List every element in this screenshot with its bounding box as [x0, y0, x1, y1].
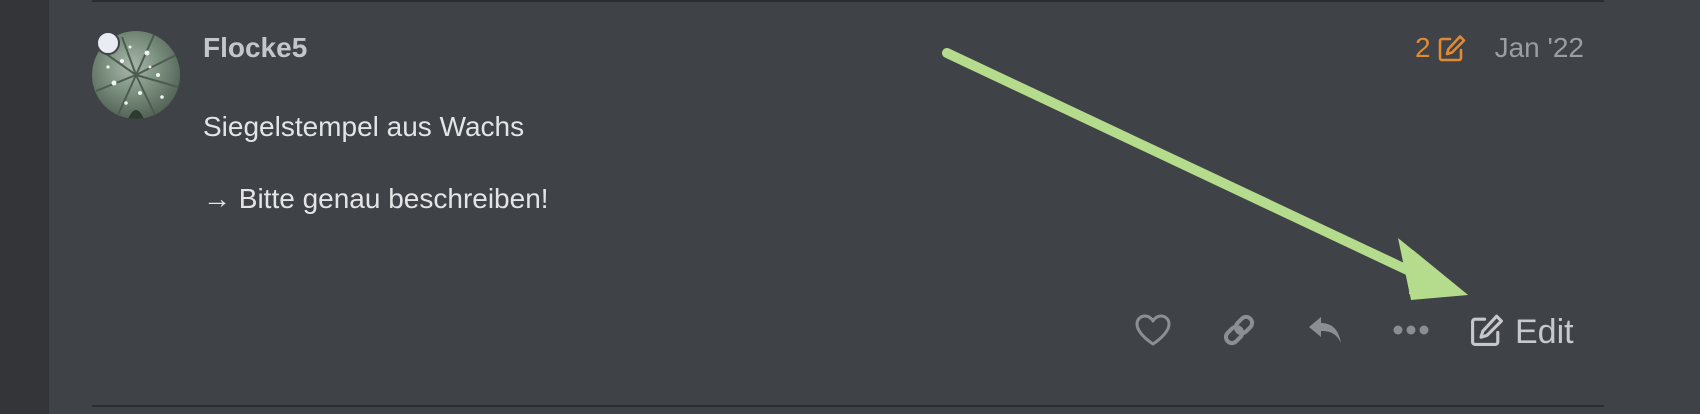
- reply-icon: [1306, 313, 1344, 352]
- edit-count: 2: [1415, 32, 1431, 63]
- more-button[interactable]: [1385, 306, 1437, 358]
- top-divider: [92, 0, 1604, 2]
- pencil-square-icon: [1437, 33, 1467, 63]
- like-button[interactable]: [1127, 306, 1179, 358]
- reply-button[interactable]: [1299, 306, 1351, 358]
- left-gutter: [0, 0, 49, 414]
- bottom-divider: [92, 405, 1604, 407]
- status-indicator: [96, 31, 120, 55]
- edit-button[interactable]: Edit: [1469, 312, 1574, 353]
- post-page: Flocke5 2 Jan '22 Siegelstempel aus Wach…: [0, 0, 1700, 414]
- edit-history-button[interactable]: 2: [1415, 31, 1467, 65]
- post-line-2: → Bitte genau beschreiben!: [203, 183, 549, 214]
- post-content: Siegelstempel aus Wachs → Bitte genau be…: [203, 108, 549, 252]
- edit-label: Edit: [1515, 313, 1574, 351]
- post-actions: Edit: [1127, 306, 1574, 358]
- post-meta: 2 Jan '22: [1415, 31, 1584, 65]
- post-date[interactable]: Jan '22: [1495, 31, 1584, 65]
- copy-link-button[interactable]: [1213, 306, 1265, 358]
- link-icon: [1220, 311, 1258, 354]
- heart-icon: [1134, 313, 1172, 352]
- username[interactable]: Flocke5: [203, 31, 307, 65]
- post-line-1: Siegelstempel aus Wachs: [203, 111, 525, 142]
- pencil-square-icon: [1469, 312, 1505, 353]
- ellipsis-icon: [1392, 323, 1430, 341]
